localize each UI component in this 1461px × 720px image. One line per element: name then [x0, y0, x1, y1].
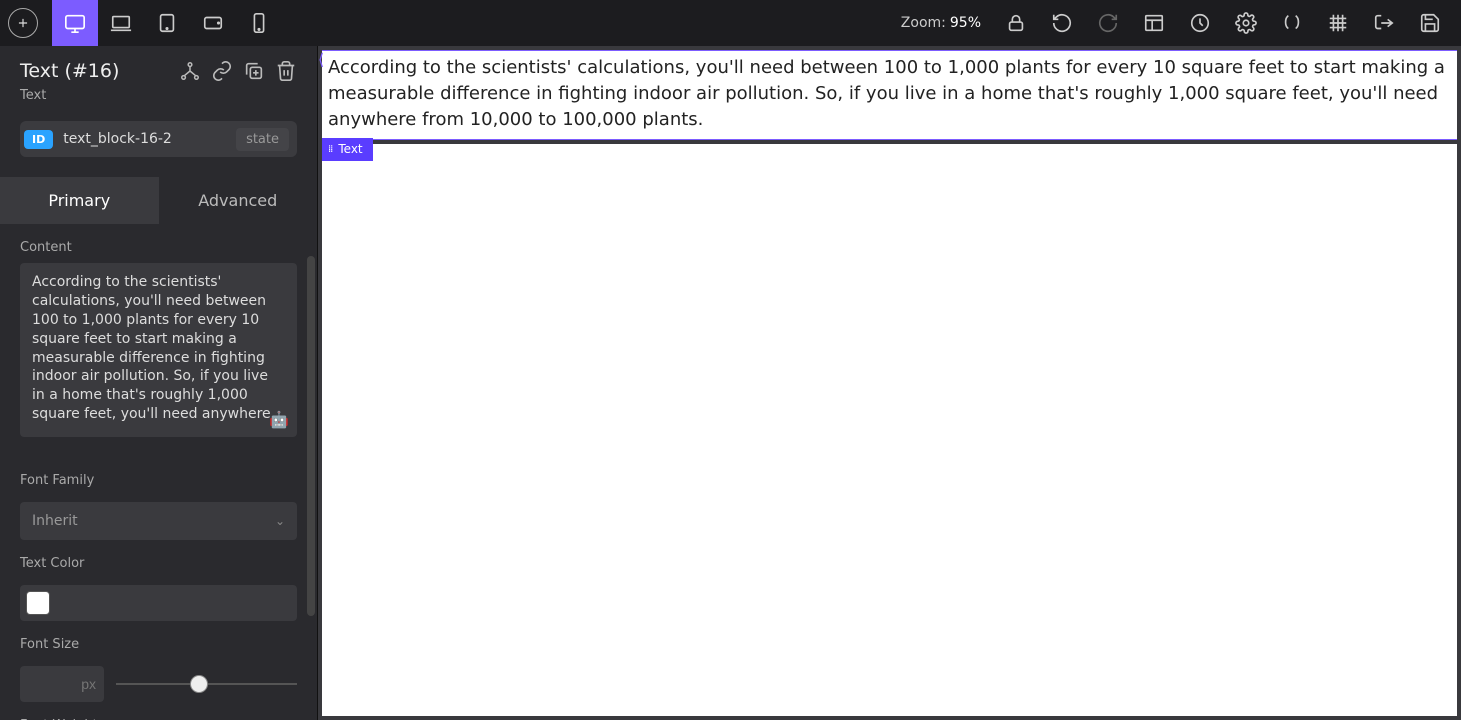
- delete-icon[interactable]: [275, 60, 297, 82]
- id-chip: ID: [24, 130, 53, 149]
- label-content: Content: [0, 224, 317, 263]
- label-font-family: Font Family: [0, 437, 317, 496]
- zoom-value: 95%: [950, 15, 981, 31]
- tab-primary[interactable]: Primary: [0, 177, 159, 224]
- top-toolbar: Zoom: 95%: [0, 0, 1461, 46]
- layout-icon[interactable]: [1131, 0, 1177, 46]
- viewport-desktop-button[interactable]: [52, 0, 98, 46]
- lock-icon[interactable]: [993, 0, 1039, 46]
- code-icon[interactable]: [1269, 0, 1315, 46]
- grid-icon[interactable]: [1315, 0, 1361, 46]
- font-family-value: Inherit: [32, 513, 78, 529]
- history-icon[interactable]: [1177, 0, 1223, 46]
- panel-scrollbar[interactable]: [307, 256, 315, 616]
- element-id: text_block-16-2: [63, 131, 226, 147]
- label-font-weight: Font Weight: [0, 702, 317, 720]
- text-color-row[interactable]: [20, 585, 297, 621]
- label-font-size: Font Size: [0, 621, 317, 660]
- font-family-select[interactable]: Inherit ⌄: [20, 502, 297, 540]
- panel-title: Text (#16): [20, 60, 119, 82]
- font-size-slider[interactable]: [116, 666, 297, 702]
- canvas-area[interactable]: According to the scientists' calculation…: [318, 46, 1461, 720]
- properties-panel: Text (#16) Text: [0, 46, 318, 720]
- label-text-color: Text Color: [0, 540, 317, 579]
- viewport-laptop-button[interactable]: [98, 0, 144, 46]
- viewport-tablet-landscape-button[interactable]: [190, 0, 236, 46]
- zoom-indicator[interactable]: Zoom: 95%: [901, 15, 981, 31]
- element-id-row[interactable]: ID text_block-16-2 state: [20, 121, 297, 157]
- structure-icon[interactable]: [179, 60, 201, 82]
- content-textarea[interactable]: [32, 273, 285, 423]
- canvas-text-block[interactable]: According to the scientists' calculation…: [322, 50, 1457, 140]
- undo-button[interactable]: [1039, 0, 1085, 46]
- element-tag-label: Text: [338, 141, 362, 158]
- chevron-down-icon: ⌄: [275, 514, 285, 528]
- duplicate-icon[interactable]: [243, 60, 265, 82]
- link-icon[interactable]: [211, 60, 233, 82]
- element-tag[interactable]: ⁞⁞ Text: [322, 138, 373, 161]
- add-button[interactable]: [8, 8, 38, 38]
- settings-icon[interactable]: [1223, 0, 1269, 46]
- canvas-empty-area[interactable]: [322, 144, 1457, 716]
- export-icon[interactable]: [1361, 0, 1407, 46]
- emoji-picker-icon[interactable]: 🤖: [269, 410, 289, 429]
- font-size-input[interactable]: [20, 666, 104, 702]
- panel-subtitle: Text: [20, 88, 297, 103]
- state-chip[interactable]: state: [236, 128, 289, 151]
- canvas-text-content: According to the scientists' calculation…: [328, 57, 1445, 130]
- zoom-label-text: Zoom:: [901, 15, 946, 31]
- panel-tabs: Primary Advanced: [0, 177, 317, 224]
- color-swatch[interactable]: [26, 591, 50, 615]
- viewport-mobile-button[interactable]: [236, 0, 282, 46]
- drag-handle-icon[interactable]: ⁞⁞: [328, 145, 332, 155]
- content-editor[interactable]: 🤖: [20, 263, 297, 437]
- slider-thumb[interactable]: [190, 675, 208, 693]
- viewport-tablet-button[interactable]: [144, 0, 190, 46]
- save-icon[interactable]: [1407, 0, 1453, 46]
- redo-button[interactable]: [1085, 0, 1131, 46]
- tab-advanced[interactable]: Advanced: [159, 177, 318, 224]
